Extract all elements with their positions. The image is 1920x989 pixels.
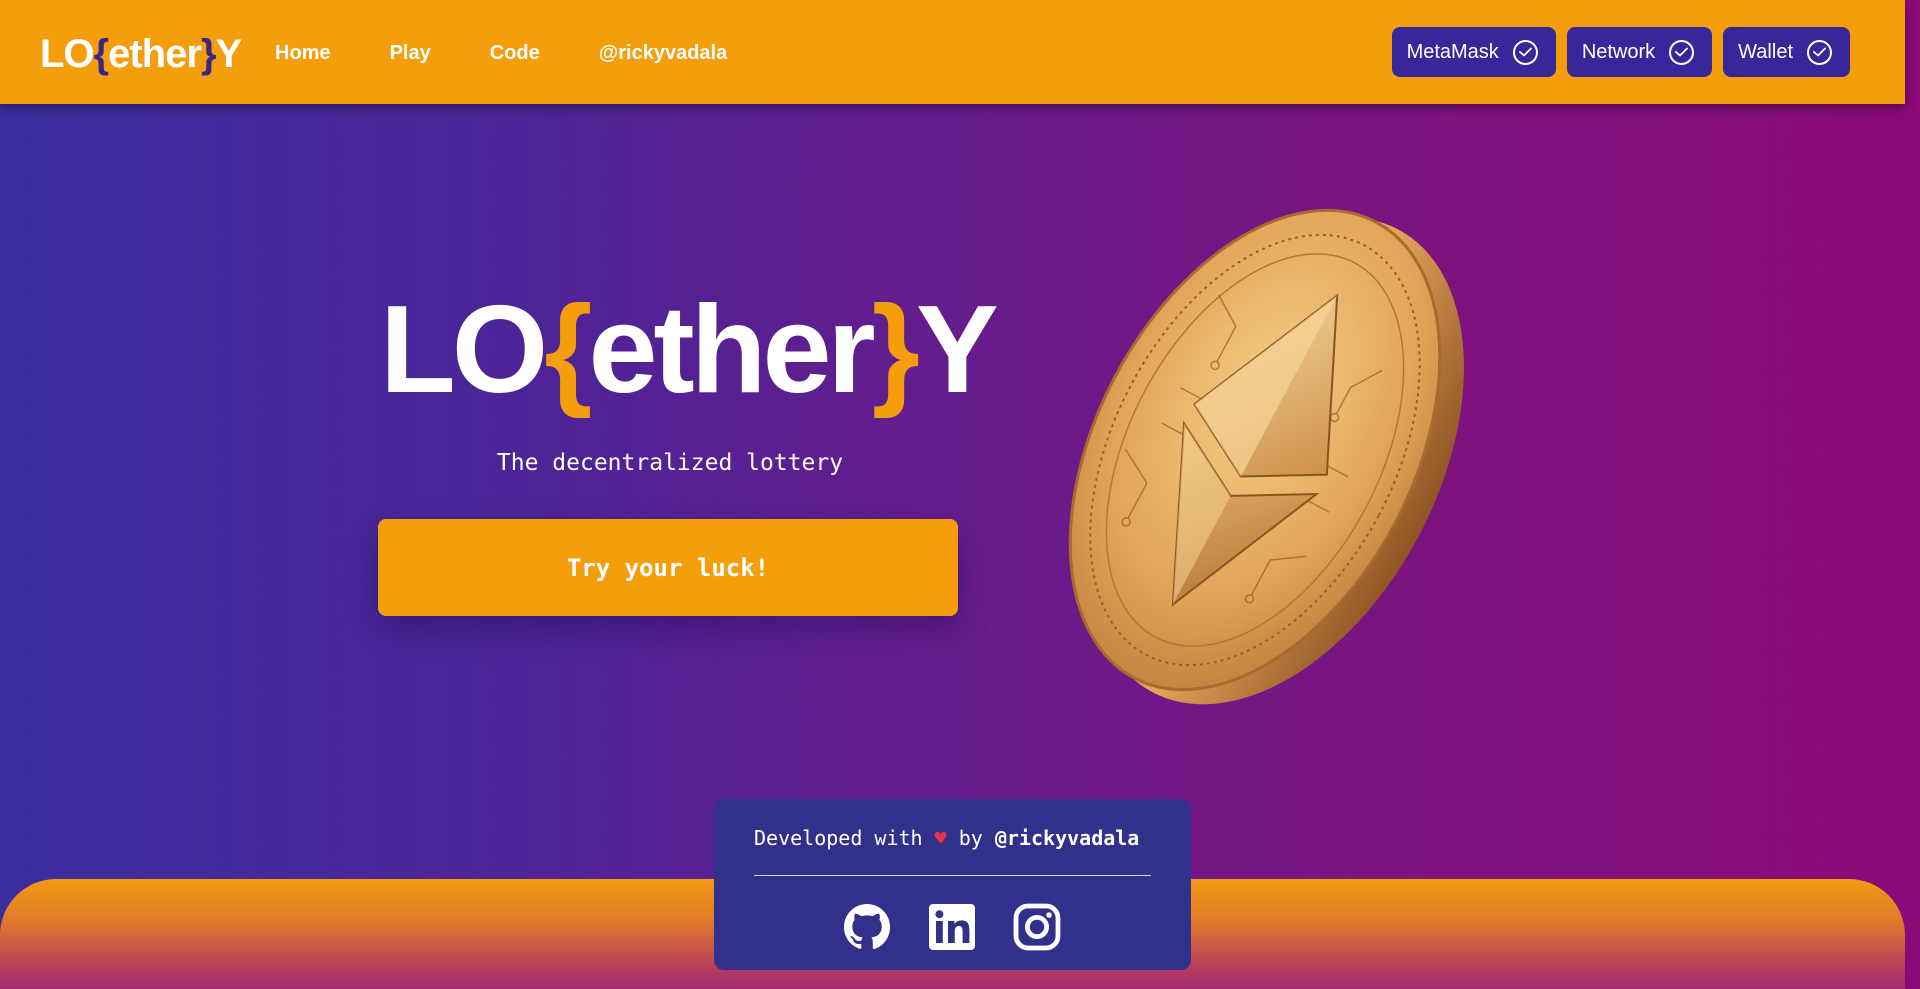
metamask-status-button[interactable]: MetaMask [1391,27,1556,77]
logo-part-ether: ether [108,32,202,76]
wallet-status-label: Wallet [1738,40,1793,63]
wallet-status-button[interactable]: Wallet [1723,27,1850,77]
hero-title-lo: LO [380,281,548,419]
nav-home-link[interactable]: Home [275,40,331,66]
check-circle-icon [1512,39,1538,65]
github-icon[interactable] [843,903,891,951]
check-circle-icon [1669,39,1695,65]
hero-tagline: The decentralized lottery [496,450,844,476]
check-circle-icon [1807,39,1832,65]
hero-title-brace-open: { [544,281,592,419]
page-edge-strip [1905,0,1920,989]
footer-divider [754,875,1151,876]
nav-author-link[interactable]: @rickyvadala [599,40,727,66]
logo-brace-open: { [93,32,110,76]
hero-title: LO{ether}Y [380,285,999,415]
credit-prefix: Developed with [754,826,923,850]
linkedin-icon[interactable] [928,903,976,951]
ethereum-coin-image [1068,208,1464,705]
credit-by: by [958,826,983,850]
top-navbar: LO{ether}Y Home Play Code @rickyvadala M… [0,0,1905,104]
logo-part-y: Y [215,32,243,76]
connection-status-group: MetaMask Network Wallet [1381,27,1850,77]
metamask-status-label: MetaMask [1406,40,1499,63]
heart-icon: ♥ [934,826,947,850]
nav-code-link[interactable]: Code [490,40,540,66]
network-status-button[interactable]: Network [1566,27,1713,77]
network-status-label: Network [1581,40,1656,63]
header-logo[interactable]: LO{ether}Y [40,30,243,78]
logo-part-lo: LO [40,32,95,76]
footer-credit: Developed with ♥ by @rickyvadala [754,825,1151,851]
hero-title-brace-close: } [871,281,920,419]
footer-card: Developed with ♥ by @rickyvadala [714,799,1191,970]
main-nav: Home Play Code @rickyvadala [275,40,786,66]
instagram-icon[interactable] [1013,903,1061,951]
footer-author-handle[interactable]: @rickyvadala [995,826,1140,850]
logo-brace-close: } [200,32,217,76]
hero-title-y: Y [915,281,999,419]
hero-title-ether: ether [588,281,875,419]
try-your-luck-button[interactable]: Try your luck! [378,519,958,616]
nav-play-link[interactable]: Play [390,40,431,66]
